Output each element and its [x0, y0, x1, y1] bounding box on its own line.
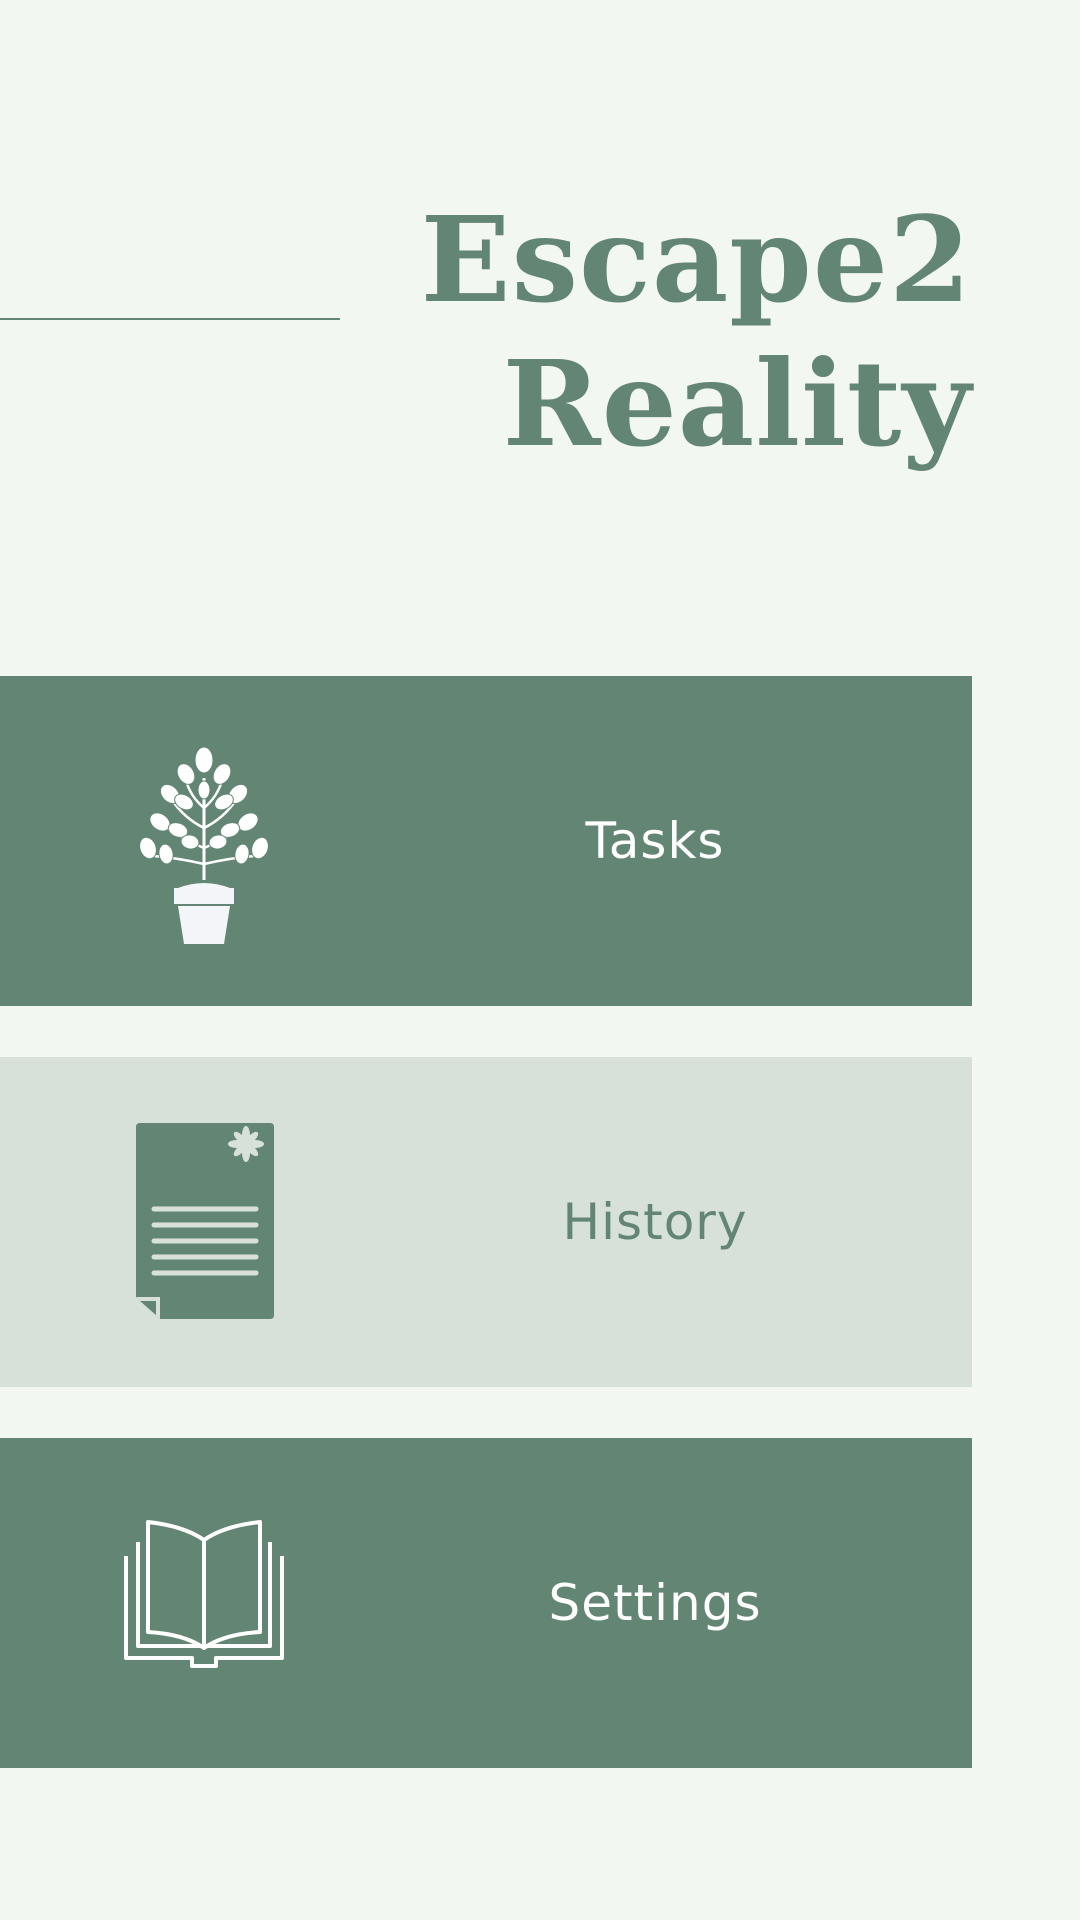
app-title-line-1: Escape2 [420, 190, 972, 329]
open-book-icon [124, 1520, 284, 1668]
menu-item-history-label: History [562, 1193, 748, 1251]
app-title: Escape2 Reality [421, 188, 972, 476]
document-icon [136, 1123, 274, 1319]
menu-item-tasks-label: Tasks [585, 812, 725, 870]
menu-item-settings-label: Settings [548, 1574, 762, 1632]
potted-plant-icon [139, 746, 269, 944]
app-title-line-2: Reality [502, 334, 972, 473]
menu-item-tasks[interactable]: Tasks [0, 676, 972, 1006]
menu-item-settings[interactable]: Settings [0, 1438, 972, 1768]
menu-item-history[interactable]: History [0, 1057, 972, 1387]
title-divider [0, 318, 340, 320]
